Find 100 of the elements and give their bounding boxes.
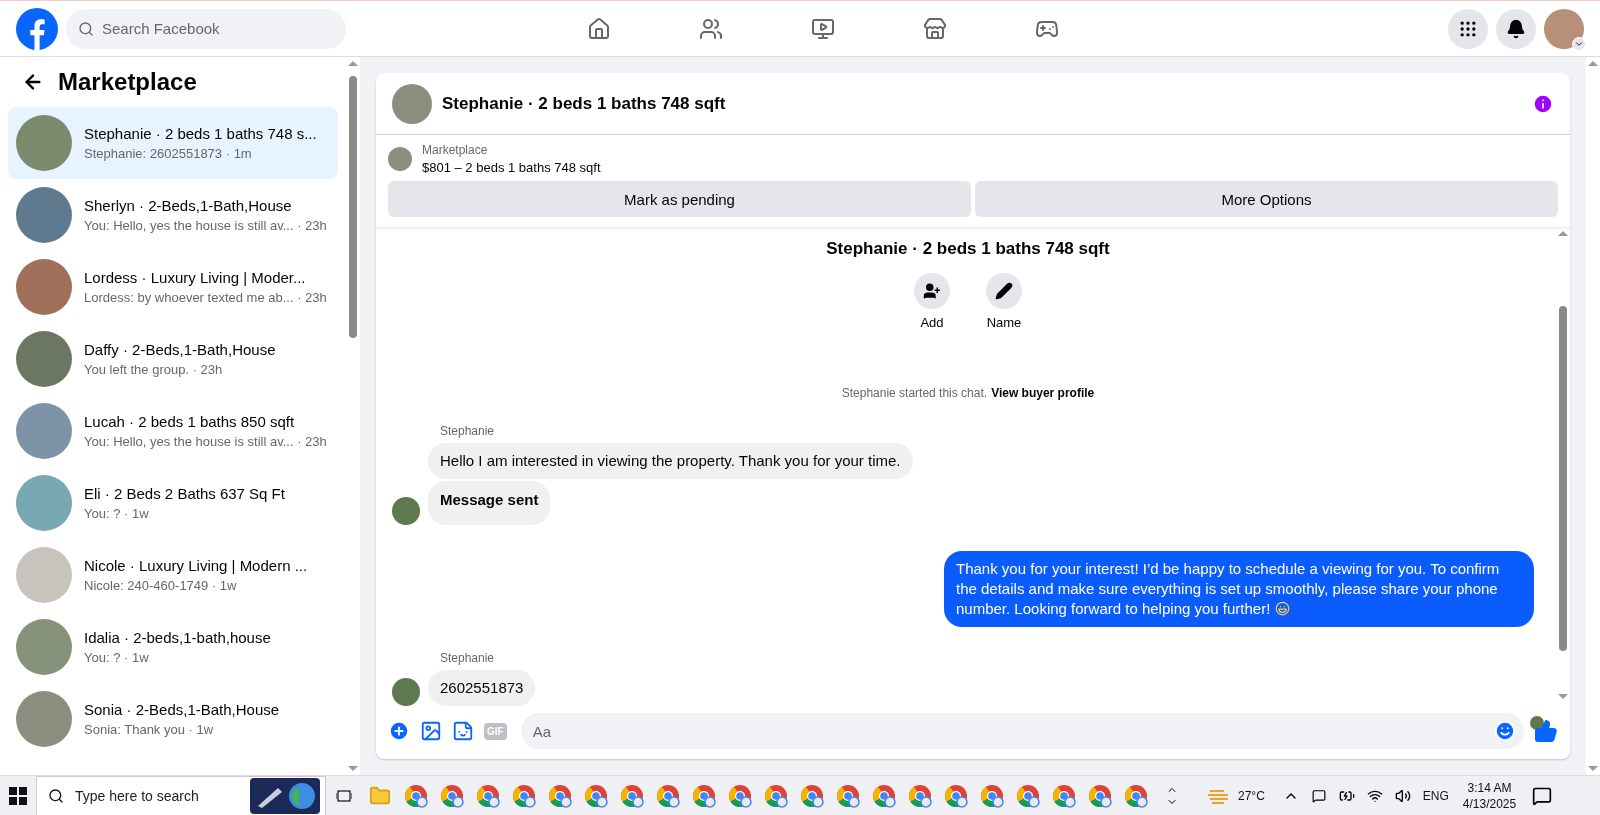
temperature-text[interactable]: 27°C (1238, 788, 1265, 803)
message-preview: You: ? · 1w (84, 506, 150, 521)
browser-icon[interactable] (620, 783, 644, 808)
conversation-title: Lordess · Luxury Living | Moder... (84, 269, 307, 286)
listing-label: Marketplace (422, 143, 489, 157)
message-preview: Lordess: by whoever texted me ab... · 23h (84, 290, 327, 305)
message-preview: You: ? · 1w (84, 650, 150, 665)
house-photo (16, 331, 72, 387)
received-message: Hello I am interested in viewing the property. Thank you for your time. (428, 443, 913, 479)
received-message: 2602551873 (428, 670, 536, 706)
conversation-title: Nicole · Luxury Living | Modern ... (84, 557, 308, 574)
house-photo (392, 83, 432, 124)
browser-icon[interactable] (1052, 783, 1076, 808)
browser-icon[interactable] (728, 783, 752, 808)
home-icon (587, 16, 611, 41)
search-icon (48, 787, 64, 804)
browser-icon[interactable] (800, 783, 824, 808)
browser-icon[interactable] (440, 783, 464, 808)
browser-icon[interactable] (764, 783, 788, 808)
emoji-icon[interactable] (1494, 720, 1516, 742)
browser-icon[interactable] (512, 783, 536, 808)
message-preview: Sonia: Thank you · 1w (84, 722, 215, 737)
conversation-title: Lucah · 2 beds 1 baths 850 sqft (84, 413, 296, 430)
person-plus-icon (923, 282, 941, 300)
scrollbar[interactable] (1586, 57, 1600, 775)
received-message: Message sent (428, 481, 551, 525)
browser-icon[interactable] (584, 783, 608, 808)
clock[interactable]: 3:14 AM 4/13/2025 (1462, 780, 1517, 811)
video-icon (811, 16, 835, 41)
conversation-item[interactable]: Stephanie · 2 beds 1 baths 748 s... Stephanie: 2602551873 · 1m (8, 107, 338, 179)
bell-icon (1506, 18, 1526, 39)
listing-action-button[interactable]: Mark as pending (388, 181, 971, 217)
pencil-icon (995, 282, 1013, 300)
browser-icon[interactable] (1124, 783, 1148, 808)
globe-drawing (250, 777, 320, 814)
browser-icon[interactable] (908, 783, 932, 808)
info-icon[interactable] (1532, 92, 1554, 115)
smiley-icon (1274, 601, 1290, 616)
task-view-icon[interactable] (336, 787, 352, 804)
message-preview: You: Hello, yes the house is still av... · 23h (84, 434, 327, 449)
conversation-item[interactable]: Idalia · 2-beds,1-bath,house You: ? · 1w (8, 611, 338, 683)
house-photo (16, 547, 72, 603)
browser-icon[interactable] (1088, 783, 1112, 808)
house-photo (16, 619, 72, 675)
browser-icon[interactable] (1016, 783, 1040, 808)
facebook-logo-icon[interactable] (16, 7, 58, 50)
browser-icon[interactable] (944, 783, 968, 808)
thumbs-up-icon[interactable] (1534, 719, 1558, 743)
conversation-title: Stephanie · 2 beds 1 baths 748 s... (84, 125, 317, 142)
profile-avatar[interactable] (1544, 8, 1584, 49)
message-preview: You left the group. · 23h (84, 362, 224, 377)
conversation-item[interactable]: Lucah · 2 beds 1 baths 850 sqft You: Hello, yes the house is still av... · 23h (8, 395, 338, 467)
message-preview: Nicole: 240-460-1749 · 1w (84, 578, 238, 593)
browser-icon[interactable] (404, 783, 428, 808)
store-icon (923, 16, 947, 41)
folder-icon[interactable] (369, 784, 391, 807)
conversation-title: Sonia · 2-Beds,1-Bath,House (84, 701, 280, 718)
conversation-item[interactable]: Daffy · 2-Beds,1-Bath,House You left the group. · 23h (8, 323, 338, 395)
chat-notice: Stephanie started this chat. (841, 386, 988, 400)
house-photo (16, 115, 72, 171)
house-photo (388, 147, 412, 171)
sticker-icon[interactable] (452, 720, 474, 742)
notifications-button[interactable] (1496, 8, 1536, 49)
browser-icon[interactable] (692, 783, 716, 808)
conversation-title: Daffy · 2-Beds,1-Bath,House (84, 341, 276, 358)
house-photo (16, 475, 72, 531)
search-field[interactable]: Search Facebook (66, 8, 346, 49)
browser-icon[interactable] (836, 783, 860, 808)
conversation-item[interactable]: Nicole · Luxury Living | Modern ... Nicole: 240-460-1749 · 1w (8, 539, 338, 611)
conversation-title: Eli · 2 Beds 2 Baths 637 Sq Ft (84, 485, 285, 502)
browser-icon[interactable] (476, 783, 500, 808)
house-photo (16, 187, 72, 243)
listing-summary: $801 – 2 beds 1 baths 748 sqft (422, 160, 601, 175)
browser-icon[interactable] (548, 783, 572, 808)
listing-action-button[interactable]: More Options (975, 181, 1558, 217)
conversation-title: Idalia · 2-beds,1-bath,house (84, 629, 271, 646)
conversation-item[interactable]: Eli · 2 Beds 2 Baths 637 Sq Ft You: ? · 1w (8, 467, 338, 539)
conversation-item[interactable]: Lordess · Luxury Living | Moder... Lordess: by whoever texted me ab... · 23h (8, 251, 338, 323)
browser-icon[interactable] (872, 783, 896, 808)
menu-button[interactable] (1448, 8, 1488, 49)
browser-icon[interactable] (980, 783, 1004, 808)
page-title: Marketplace (58, 68, 197, 96)
image-icon[interactable] (420, 720, 442, 742)
house-photo (16, 259, 72, 315)
chat-title: Stephanie · 2 beds 1 baths 748 sqft (442, 93, 727, 114)
conversation-title: Sherlyn · 2-Beds,1-Bath,House (84, 197, 293, 214)
language-indicator[interactable]: ENG (1422, 788, 1449, 803)
message-preview: You: Hello, yes the house is still av... · 23h (84, 218, 327, 233)
conversation-item[interactable]: Sherlyn · 2-Beds,1-Bath,House You: Hello, yes the house is still av... · 23h (8, 179, 338, 251)
notifications-icon[interactable] (1532, 785, 1553, 806)
browser-icon[interactable] (656, 783, 680, 808)
windows-logo-icon[interactable] (9, 786, 27, 805)
volume-icon[interactable] (1394, 787, 1411, 804)
conversation-item[interactable]: Sonia · 2-Beds,1-Bath,House Sonia: Thank you · 1w (8, 683, 338, 755)
scrollbar[interactable] (1556, 227, 1570, 703)
buyer-profile-link[interactable]: View buyer profile (991, 386, 1095, 400)
sender-avatar (392, 497, 420, 525)
message-field[interactable]: Aa (520, 713, 1524, 749)
people-icon (699, 16, 723, 41)
plus-icon[interactable] (388, 720, 410, 742)
